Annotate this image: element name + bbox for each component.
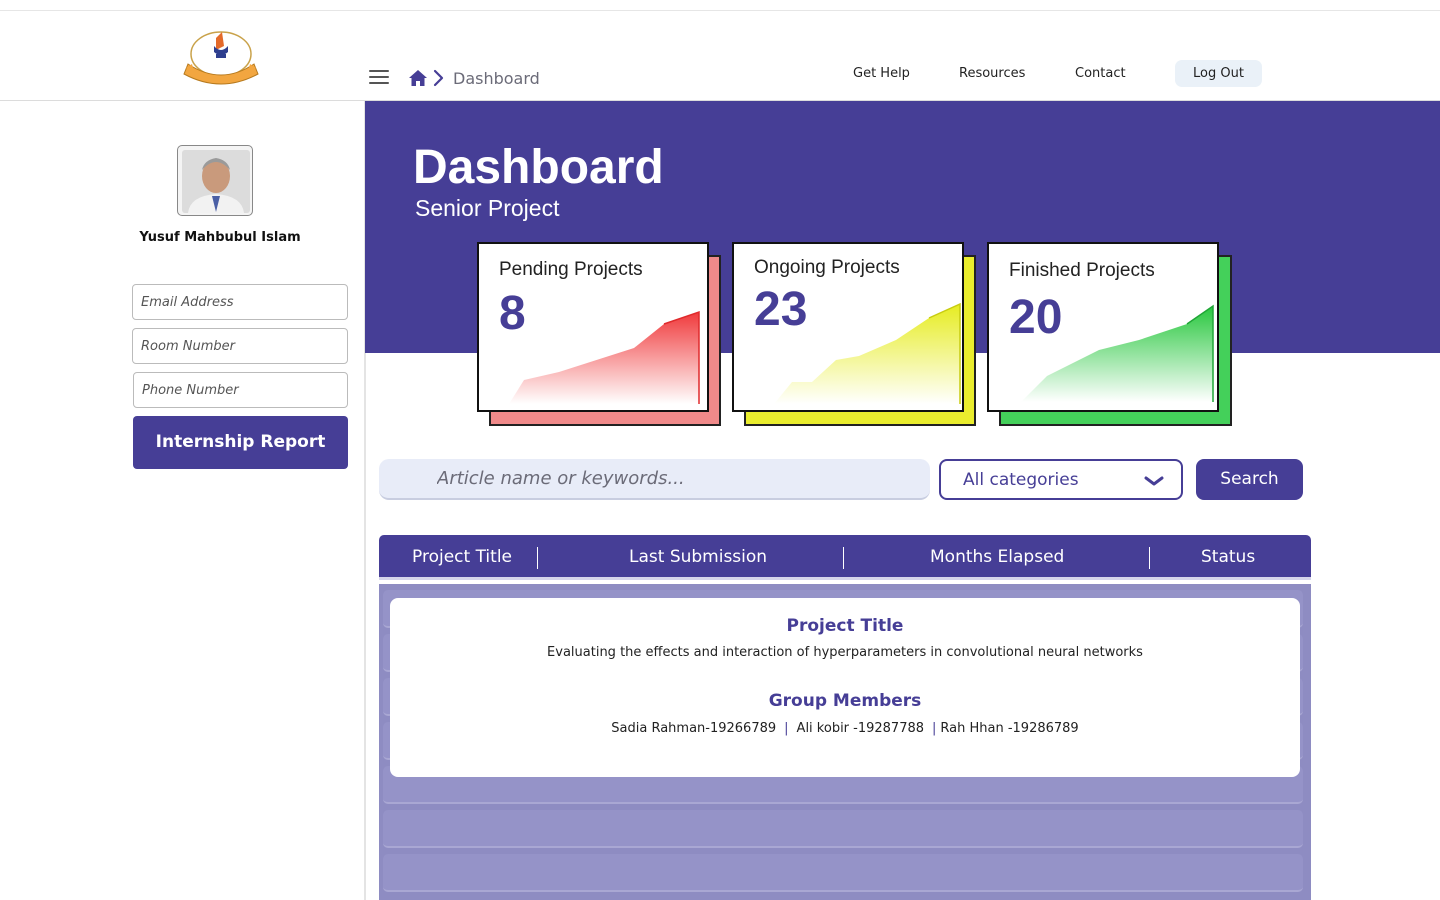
table-row[interactable] (383, 854, 1303, 892)
finished-count: 20 (1009, 291, 1063, 344)
menu-line (369, 82, 389, 84)
ongoing-count: 23 (754, 283, 808, 336)
internship-report-button[interactable]: Internship Report (133, 416, 348, 469)
table-header: Project Title Last Submission Months Ela… (379, 535, 1311, 580)
pending-count: 8 (499, 287, 526, 340)
member-item: Ali kobir -19287788 (796, 721, 925, 736)
menu-line (369, 76, 389, 78)
group-members-list: Sadia Rahman-19266789 | Ali kobir -1928778… (390, 721, 1300, 736)
column-divider (843, 547, 844, 569)
category-selected: All categories (963, 470, 1079, 490)
table-row[interactable] (383, 810, 1303, 848)
column-months-elapsed[interactable]: Months Elapsed (930, 547, 1064, 567)
user-name: Yusuf Mahbubul Islam (139, 230, 301, 245)
avatar (177, 145, 253, 216)
search-input[interactable] (379, 459, 930, 500)
menu-line (369, 70, 389, 72)
page-subtitle: Senior Project (415, 195, 560, 221)
menu-toggle-icon[interactable] (369, 70, 389, 86)
member-separator: | (784, 721, 789, 736)
pending-label: Pending Projects (499, 259, 643, 280)
logout-button[interactable]: Log Out (1175, 60, 1262, 87)
member-separator: | (932, 721, 937, 736)
column-project-title[interactable]: Project Title (412, 547, 512, 567)
nav-get-help[interactable]: Get Help (853, 66, 910, 81)
ongoing-label: Ongoing Projects (754, 257, 900, 278)
column-status[interactable]: Status (1201, 547, 1255, 567)
pending-projects-card[interactable]: Pending Projects 8 (477, 242, 709, 412)
group-members-heading: Group Members (768, 691, 922, 711)
column-last-submission[interactable]: Last Submission (629, 547, 767, 567)
room-number-field[interactable] (132, 328, 348, 364)
breadcrumb-current: Dashboard (453, 69, 540, 88)
page-title: Dashboard (413, 141, 664, 194)
nav-resources[interactable]: Resources (959, 66, 1025, 81)
phone-number-field[interactable] (133, 372, 348, 408)
email-field[interactable] (132, 284, 348, 320)
breadcrumb-chevron-icon (433, 69, 444, 87)
member-item: Rah Hhan -19286789 (940, 721, 1079, 736)
category-select[interactable]: All categories (939, 459, 1183, 500)
column-divider (537, 547, 538, 569)
column-divider (1149, 547, 1150, 569)
finished-projects-card[interactable]: Finished Projects 20 (987, 242, 1219, 412)
chevron-down-icon (1144, 476, 1164, 486)
member-item: Sadia Rahman-19266789 (611, 721, 777, 736)
avatar-portrait (182, 150, 250, 213)
nav-contact[interactable]: Contact (1075, 66, 1126, 81)
search-button[interactable]: Search (1196, 459, 1303, 500)
home-icon[interactable] (408, 68, 428, 88)
project-title-heading: Project Title (786, 616, 904, 636)
university-logo (183, 31, 259, 85)
project-detail-card: Project Title Evaluating the effects and… (390, 598, 1300, 777)
ongoing-projects-card[interactable]: Ongoing Projects 23 (732, 242, 964, 412)
project-title-text: Evaluating the effects and interaction o… (547, 645, 1143, 660)
finished-label: Finished Projects (1009, 260, 1155, 281)
